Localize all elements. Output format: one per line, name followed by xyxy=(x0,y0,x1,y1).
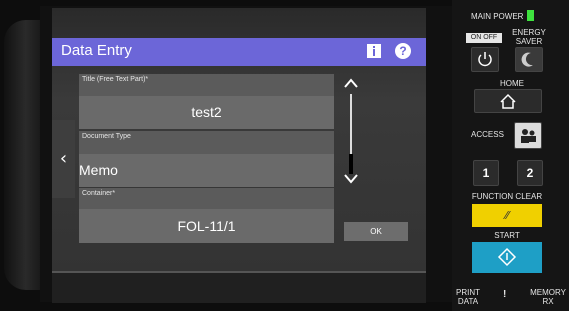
document-type-field[interactable]: Document Type Memo ⌄ xyxy=(79,131,334,197)
touch-screen: Data Entry ? ‹ Title (Free Text Part)* t… xyxy=(52,8,426,271)
energy-saver-button[interactable] xyxy=(515,47,543,72)
power-led xyxy=(527,10,534,21)
access-icon xyxy=(521,129,536,143)
access-button[interactable] xyxy=(514,122,542,149)
chevron-up-icon[interactable] xyxy=(342,76,360,90)
help-icon[interactable]: ? xyxy=(395,43,411,59)
start-button[interactable] xyxy=(472,242,542,273)
ok-button[interactable]: OK xyxy=(344,222,408,241)
key-2-button[interactable]: 2 xyxy=(517,160,543,186)
function-clear-label: FUNCTION CLEAR xyxy=(471,192,543,201)
moon-icon xyxy=(521,52,533,67)
screen-bezel-bottom xyxy=(52,271,426,303)
back-button[interactable]: ‹ xyxy=(52,120,75,198)
scrollbar[interactable] xyxy=(342,76,360,186)
function-clear-button[interactable]: ⁄⁄ xyxy=(472,204,542,227)
title-input[interactable]: test2 xyxy=(79,96,334,129)
start-icon xyxy=(497,247,517,267)
document-type-label: Document Type xyxy=(82,133,131,140)
power-button[interactable] xyxy=(471,47,499,72)
home-button[interactable] xyxy=(474,89,542,113)
function-clear-icon: ⁄⁄ xyxy=(505,209,509,222)
start-label: START xyxy=(494,231,520,240)
container-field-label: Container* xyxy=(82,190,116,197)
chevron-left-icon: ‹ xyxy=(59,148,68,169)
info-icon[interactable] xyxy=(366,43,382,59)
container-field[interactable]: Container* FOL-11/1 xyxy=(79,188,334,243)
document-type-value: Memo xyxy=(79,162,118,178)
title-field-label: Title (Free Text Part)* xyxy=(82,76,149,83)
device-edge xyxy=(4,20,40,290)
document-type-select[interactable]: Memo ⌄ xyxy=(79,154,334,197)
device-body: Data Entry ? ‹ Title (Free Text Part)* t… xyxy=(0,0,569,311)
access-label: ACCESS xyxy=(471,130,504,139)
scroll-thumb[interactable] xyxy=(349,154,353,174)
container-input[interactable]: FOL-11/1 xyxy=(79,209,334,243)
memory-rx-label: MEMORY RX xyxy=(530,288,566,306)
print-data-label: PRINT DATA xyxy=(456,288,480,306)
home-icon xyxy=(500,93,516,109)
alert-indicator: ! xyxy=(503,289,507,300)
energy-saver-label: ENERGY SAVER xyxy=(512,28,546,46)
main-power-label: MAIN POWER xyxy=(471,12,524,21)
power-icon xyxy=(478,52,492,67)
dialog-title-bar: Data Entry ? xyxy=(52,38,426,66)
key-1-button[interactable]: 1 xyxy=(473,160,499,186)
title-field[interactable]: Title (Free Text Part)* test2 xyxy=(79,74,334,129)
chevron-down-icon[interactable] xyxy=(342,172,360,186)
dialog-title: Data Entry xyxy=(61,42,132,59)
on-off-label: ON OFF xyxy=(466,33,502,43)
home-label: HOME xyxy=(500,79,524,88)
